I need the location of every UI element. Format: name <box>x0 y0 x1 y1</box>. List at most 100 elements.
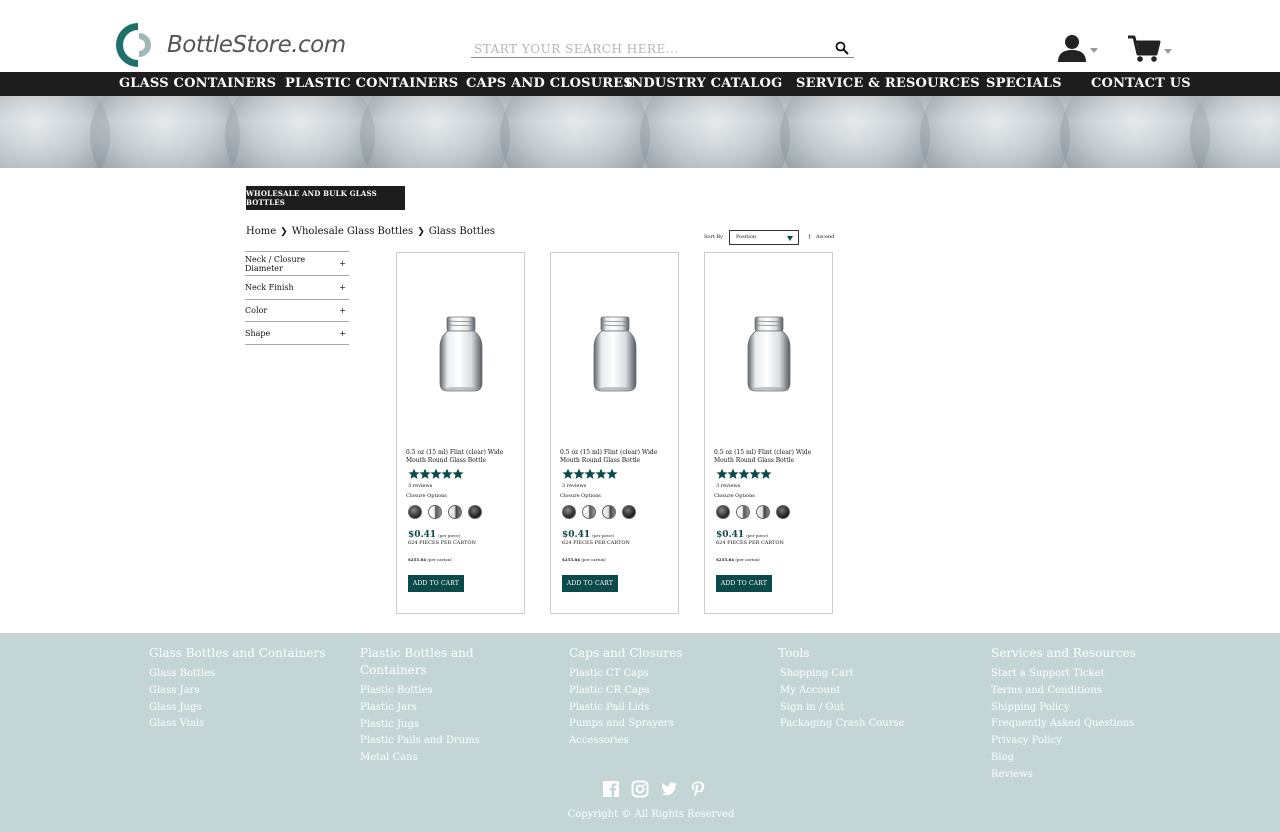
closure-options-label: Closure Options <box>560 493 601 499</box>
sort-direction-arrow-icon[interactable]: ↑ <box>807 234 812 241</box>
closure-swatch-white[interactable] <box>428 505 442 519</box>
footer-link[interactable]: Plastic Pails and Drums <box>360 733 510 750</box>
footer-link[interactable]: My Account <box>780 683 928 700</box>
breadcrumb-home[interactable]: Home <box>246 226 276 237</box>
filter-neck-finish[interactable]: Neck Finish + <box>245 275 349 299</box>
footer-column-title: Plastic Bottles and Containers <box>360 646 474 677</box>
closure-swatch-black[interactable] <box>408 505 422 519</box>
product-name[interactable]: 0.5 oz (15 ml) Flint (clear) Wide Mouth … <box>714 449 826 465</box>
nav-glass-containers[interactable]: GLASS CONTAINERS <box>119 76 276 91</box>
rating-stars <box>562 468 618 480</box>
cart-menu[interactable] <box>1127 33 1175 65</box>
footer-link[interactable]: Blog <box>991 750 1191 767</box>
footer-link[interactable]: Metal Cans <box>360 750 510 767</box>
filter-color[interactable]: Color + <box>245 299 349 321</box>
nav-specials[interactable]: SPECIALS <box>986 76 1062 91</box>
nav-industry-catalog[interactable]: INDUSTRY CATALOG <box>625 76 782 91</box>
breadcrumb-wholesale-glass-bottles[interactable]: Wholesale Glass Bottles <box>292 226 414 237</box>
cart-icon <box>1128 35 1161 62</box>
footer-link[interactable]: Sign in / Out <box>780 700 928 717</box>
twitter-icon[interactable] <box>660 780 678 798</box>
banner-jar-image <box>1060 96 1210 168</box>
pieces-per-carton: 624 PIECES PER CARTON <box>408 540 476 546</box>
price-unit: (per piece) <box>592 533 615 538</box>
add-to-cart-button[interactable]: ADD TO CART <box>716 575 772 592</box>
facebook-icon[interactable] <box>602 780 620 798</box>
closure-swatch-silver[interactable] <box>602 505 616 519</box>
sort-select[interactable]: Position <box>728 229 799 245</box>
product-name[interactable]: 0.5 oz (15 ml) Flint (clear) Wide Mouth … <box>560 449 672 465</box>
footer-link[interactable]: Plastic CT Caps <box>569 666 749 683</box>
product-image[interactable] <box>589 315 641 393</box>
closure-swatch-silver[interactable] <box>448 505 462 519</box>
product-price: $0.41 (per piece) <box>408 530 460 540</box>
product-card[interactable]: 0.5 oz (15 ml) Flint (clear) Wide Mouth … <box>550 252 679 614</box>
product-image[interactable] <box>743 315 795 393</box>
banner-jar-image <box>225 96 375 168</box>
closure-swatch-white[interactable] <box>736 505 750 519</box>
plus-icon: + <box>339 306 346 315</box>
filter-sidebar: Neck / Closure Diameter + Neck Finish + … <box>245 251 349 345</box>
closure-swatch-white[interactable] <box>582 505 596 519</box>
product-name[interactable]: 0.5 oz (15 ml) Flint (clear) Wide Mouth … <box>406 449 518 465</box>
footer-link[interactable]: Glass Jugs <box>149 700 329 717</box>
footer-link[interactable]: Packaging Crash Course <box>780 716 928 733</box>
closure-swatch-dark[interactable] <box>468 505 482 519</box>
product-card[interactable]: 0.5 oz (15 ml) Flint (clear) Wide Mouth … <box>704 252 833 614</box>
nav-service-resources[interactable]: SERVICE & RESOURCES <box>796 76 980 91</box>
review-count[interactable]: 3 reviews <box>408 483 432 489</box>
add-to-cart-button[interactable]: ADD TO CART <box>408 575 464 592</box>
closure-swatch-dark[interactable] <box>776 505 790 519</box>
footer-column-title: Caps and Closures <box>569 646 683 660</box>
chevron-right-icon: ❯ <box>417 226 425 237</box>
footer-link[interactable]: Pumps and Sprayers <box>569 716 749 733</box>
nav-caps-and-closures[interactable]: CAPS AND CLOSURES <box>466 76 633 91</box>
filter-shape[interactable]: Shape + <box>245 321 349 345</box>
footer-link[interactable]: Shopping Cart <box>780 666 928 683</box>
footer-link[interactable]: Accessories <box>569 733 749 750</box>
footer-link[interactable]: Glass Vials <box>149 716 329 733</box>
closure-swatch-black[interactable] <box>562 505 576 519</box>
closure-swatch-black[interactable] <box>716 505 730 519</box>
pinterest-icon[interactable] <box>689 780 707 798</box>
closure-options-label: Closure Options <box>406 493 447 499</box>
product-image[interactable] <box>435 315 487 393</box>
carton-price-unit: (per carton) <box>427 557 452 562</box>
nav-plastic-containers[interactable]: PLASTIC CONTAINERS <box>285 76 458 91</box>
search-input[interactable] <box>471 38 811 56</box>
closure-swatch-silver[interactable] <box>756 505 770 519</box>
filter-label: Neck Finish <box>245 283 294 292</box>
sort-toolbar: Sort By Position ↑ Ascend <box>704 229 834 245</box>
filter-neck-closure-diameter[interactable]: Neck / Closure Diameter + <box>245 251 349 275</box>
footer-link[interactable]: Shipping Policy <box>991 700 1191 717</box>
sort-direction-label: Ascend <box>815 234 835 240</box>
footer-link[interactable]: Plastic Jars <box>360 700 510 717</box>
footer-link[interactable]: Privacy Policy <box>991 733 1191 750</box>
closure-options-label: Closure Options <box>714 493 755 499</box>
footer-link[interactable]: Reviews <box>991 767 1191 784</box>
price-value: $0.41 <box>562 530 591 540</box>
footer-link[interactable]: Glass Bottles <box>149 666 329 683</box>
nav-contact-us[interactable]: CONTACT US <box>1091 76 1191 91</box>
footer-link[interactable]: Frequently Asked Questions <box>991 716 1191 733</box>
review-count[interactable]: 3 reviews <box>716 483 740 489</box>
footer-column: Caps and Closures Plastic CT Caps Plastic … <box>569 645 749 750</box>
account-menu[interactable] <box>1057 32 1101 64</box>
footer-link[interactable]: Plastic Jugs <box>360 717 510 734</box>
site-logo[interactable]: BottleStore.com <box>115 20 355 70</box>
footer-link[interactable]: Plastic Bottles <box>360 683 510 700</box>
review-count[interactable]: 3 reviews <box>562 483 586 489</box>
logo-icon <box>116 23 151 67</box>
search-icon[interactable] <box>834 40 850 56</box>
add-to-cart-button[interactable]: ADD TO CART <box>562 575 618 592</box>
footer-link[interactable]: Terms and Conditions <box>991 683 1191 700</box>
star-icon <box>452 468 464 479</box>
footer-link[interactable]: Start a Support Ticket <box>991 666 1191 683</box>
product-card[interactable]: 0.5 oz (15 ml) Flint (clear) Wide Mouth … <box>396 252 525 614</box>
footer-link[interactable]: Plastic Pail Lids <box>569 700 749 717</box>
closure-swatch-dark[interactable] <box>622 505 636 519</box>
plus-icon: + <box>339 259 346 268</box>
footer-link[interactable]: Glass Jars <box>149 683 329 700</box>
footer-link[interactable]: Plastic CR Caps <box>569 683 749 700</box>
instagram-icon[interactable] <box>631 780 649 798</box>
